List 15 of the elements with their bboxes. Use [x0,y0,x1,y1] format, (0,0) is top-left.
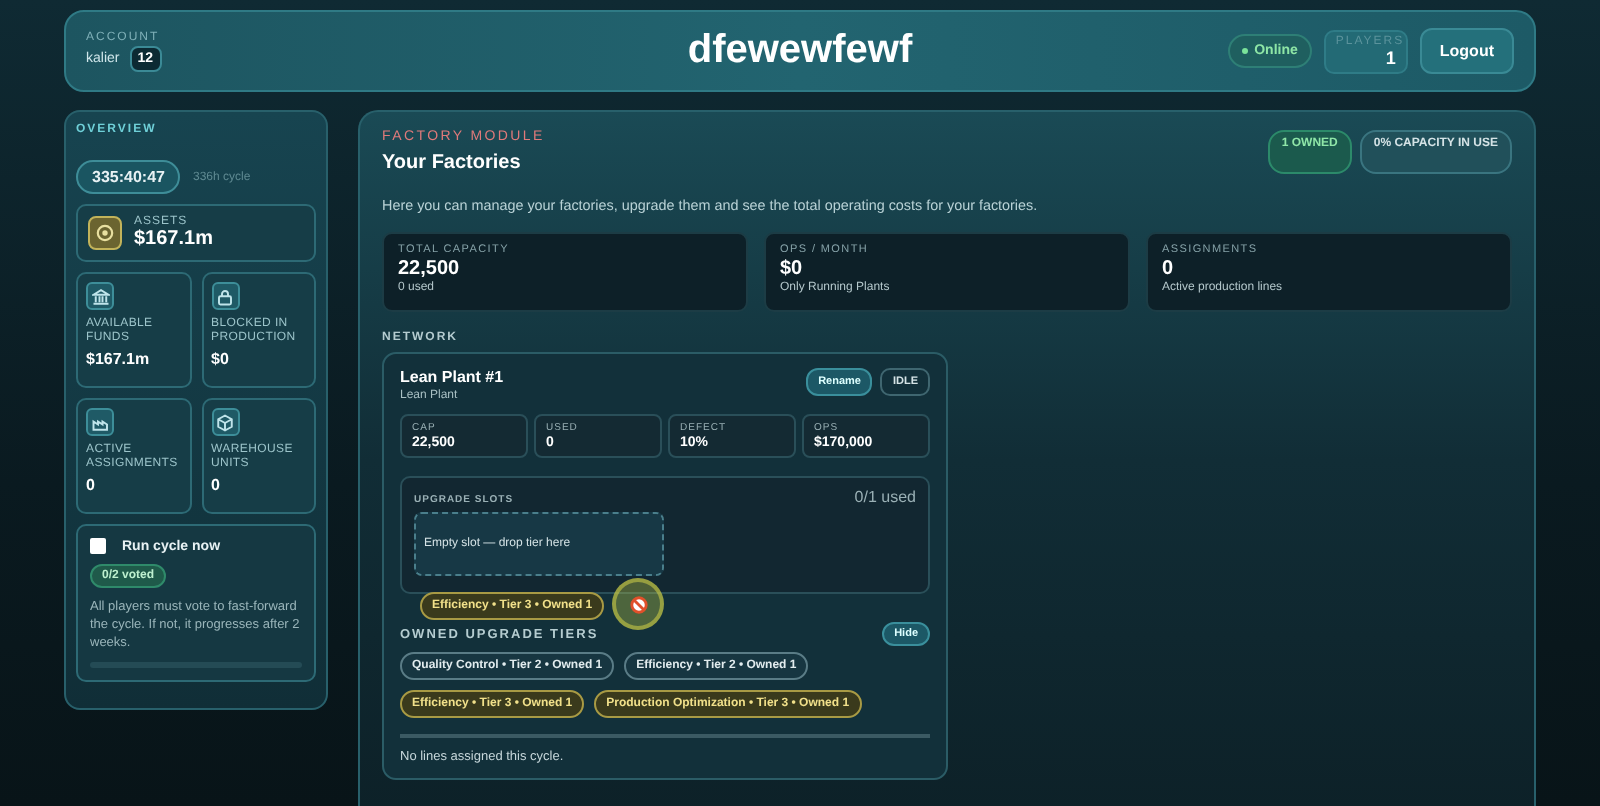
logout-button[interactable]: Logout [1419,28,1514,74]
assets-value: $167.1m [134,228,213,250]
cycle-timer: 335:40:47 [76,160,181,194]
players-count: 1 [1385,47,1396,67]
stat-value: $167.1m [86,349,152,368]
summary-value: $0 [780,258,805,280]
stat-value: $0 [211,349,231,368]
stat-value: 0 [86,475,97,494]
stat-value: 0 [211,475,222,494]
summary-value: 22,500 [398,258,462,280]
section-title: Your Factories [382,152,523,174]
plant-name: Lean Plant #1 [400,368,504,386]
game-title: dfewewfewf [687,28,913,74]
slots-count: 0/1 used [854,488,916,506]
summary-value: 0 [1162,258,1176,280]
